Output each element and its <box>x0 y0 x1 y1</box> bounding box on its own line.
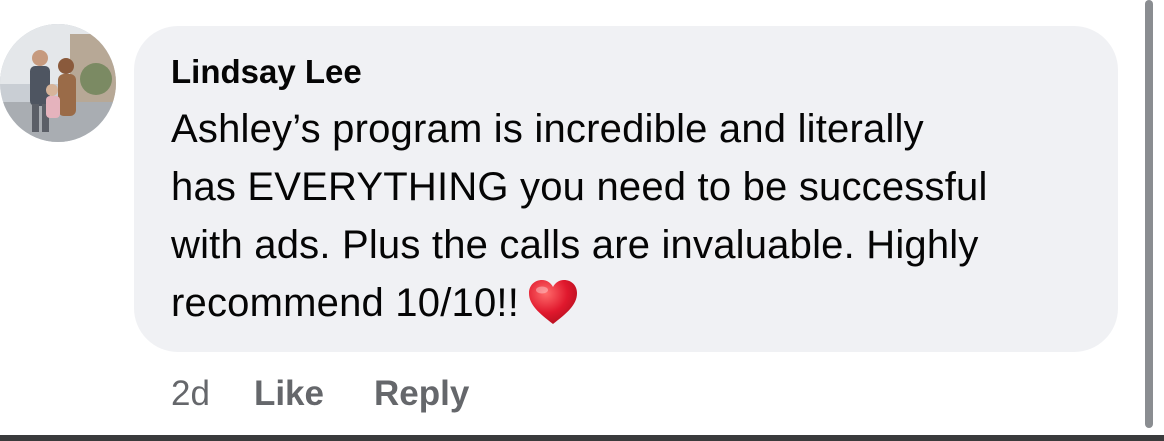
comment-body: Ashley’s program is incredible and liter… <box>171 100 1101 332</box>
comment-container: Lindsay Lee Ashley’s program is incredib… <box>0 0 1164 441</box>
comment-line: Ashley’s program is incredible and liter… <box>171 107 924 151</box>
comment-last-line: recommend 10/10!! <box>171 274 1101 332</box>
comment-line: with ads. Plus the calls are invaluable.… <box>171 223 979 267</box>
avatar[interactable] <box>0 24 116 142</box>
reply-button[interactable]: Reply <box>374 374 469 413</box>
comment-actions: 2d Like Reply <box>171 372 519 416</box>
comment-timestamp[interactable]: 2d <box>171 374 210 413</box>
comment-line: recommend 10/10!! <box>171 281 520 325</box>
red-heart-icon <box>527 278 579 326</box>
comment-author[interactable]: Lindsay Lee <box>171 52 362 92</box>
like-button[interactable]: Like <box>254 374 324 413</box>
scrollbar[interactable] <box>1145 0 1153 428</box>
divider <box>0 435 1164 441</box>
comment-line: has EVERYTHING you need to be successful <box>171 165 988 209</box>
